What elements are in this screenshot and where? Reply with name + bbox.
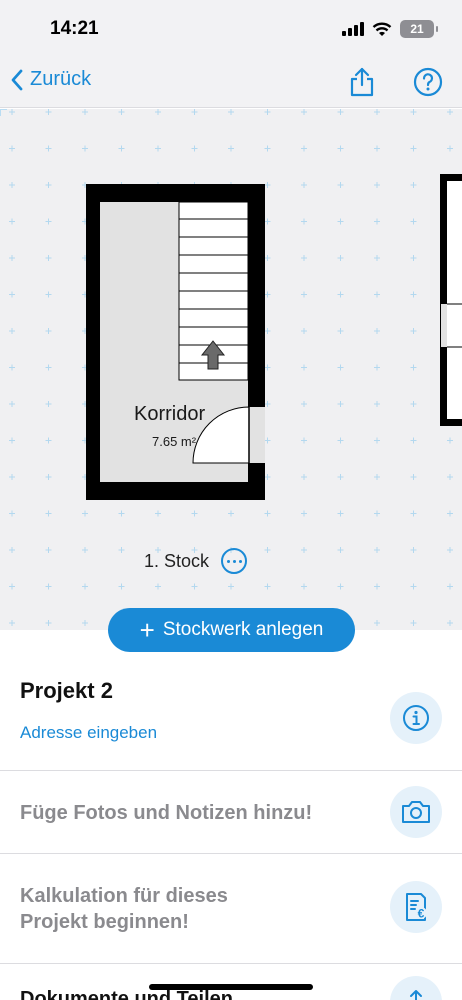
- documents-share-button[interactable]: [390, 976, 442, 1000]
- divider: [0, 963, 462, 964]
- staircase[interactable]: [178, 201, 249, 381]
- help-icon[interactable]: [412, 66, 444, 98]
- project-sheet: Projekt 2 Adresse eingeben Füge Fotos un…: [0, 630, 462, 1000]
- plus-icon: +: [139, 615, 155, 645]
- share-icon[interactable]: [346, 66, 378, 98]
- calculation-row[interactable]: Kalkulation für dieses Projekt beginnen!: [20, 883, 228, 935]
- photos-notes-row[interactable]: Füge Fotos und Notizen hinzu!: [20, 800, 312, 826]
- add-floor-button[interactable]: + Stockwerk anlegen: [108, 608, 355, 652]
- status-bar: 14:21 21: [0, 0, 462, 58]
- status-icons: 21: [342, 20, 438, 38]
- ellipsis-icon: [226, 559, 230, 563]
- divider: [0, 853, 462, 854]
- floor-name: 1. Stock: [144, 551, 210, 571]
- invoice-euro-icon: €: [406, 893, 427, 921]
- project-info-button[interactable]: [390, 692, 442, 744]
- calculation-button[interactable]: €: [390, 881, 442, 933]
- status-time: 14:21: [50, 18, 99, 39]
- calculation-line-1: Kalkulation für dieses: [20, 885, 228, 907]
- battery-icon: 21: [400, 20, 438, 38]
- divider: [0, 770, 462, 771]
- home-indicator: [149, 984, 313, 990]
- info-icon: [403, 705, 429, 731]
- back-label: Zurück: [30, 68, 92, 90]
- room-area: 7.65 m²: [152, 434, 197, 449]
- nav-bar: Zurück: [0, 58, 462, 108]
- back-button[interactable]: Zurück: [10, 68, 91, 91]
- share-icon: [410, 990, 422, 1000]
- project-title: Projekt 2: [20, 678, 113, 703]
- add-photos-button[interactable]: [390, 786, 442, 838]
- floor-options-button[interactable]: [221, 548, 247, 574]
- floorplan-canvas[interactable]: Korridor 7.65 m² 1. Stock: [0, 109, 462, 630]
- calculation-line-2: Projekt beginnen!: [20, 911, 189, 933]
- chevron-left-icon: [11, 69, 23, 90]
- address-link[interactable]: Adresse eingeben: [20, 723, 157, 743]
- camera-icon: [402, 801, 430, 823]
- adjacent-room[interactable]: [440, 174, 462, 426]
- signal-icon: [342, 22, 364, 36]
- add-floor-label: Stockwerk anlegen: [162, 619, 324, 640]
- svg-text:€: €: [418, 907, 425, 921]
- wifi-icon: [372, 22, 392, 36]
- room-name: Korridor: [134, 403, 206, 425]
